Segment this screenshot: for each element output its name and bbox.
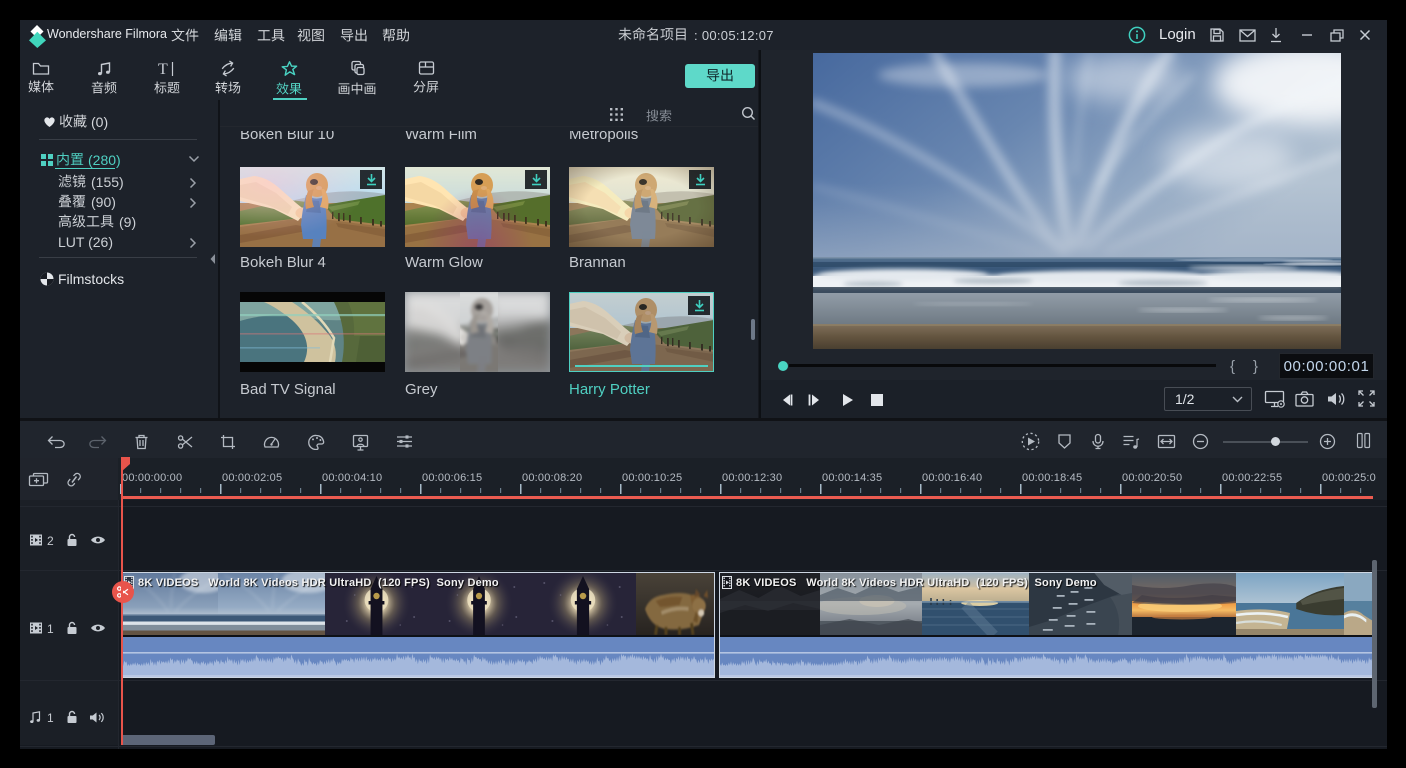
svg-text:T: T (158, 61, 168, 77)
